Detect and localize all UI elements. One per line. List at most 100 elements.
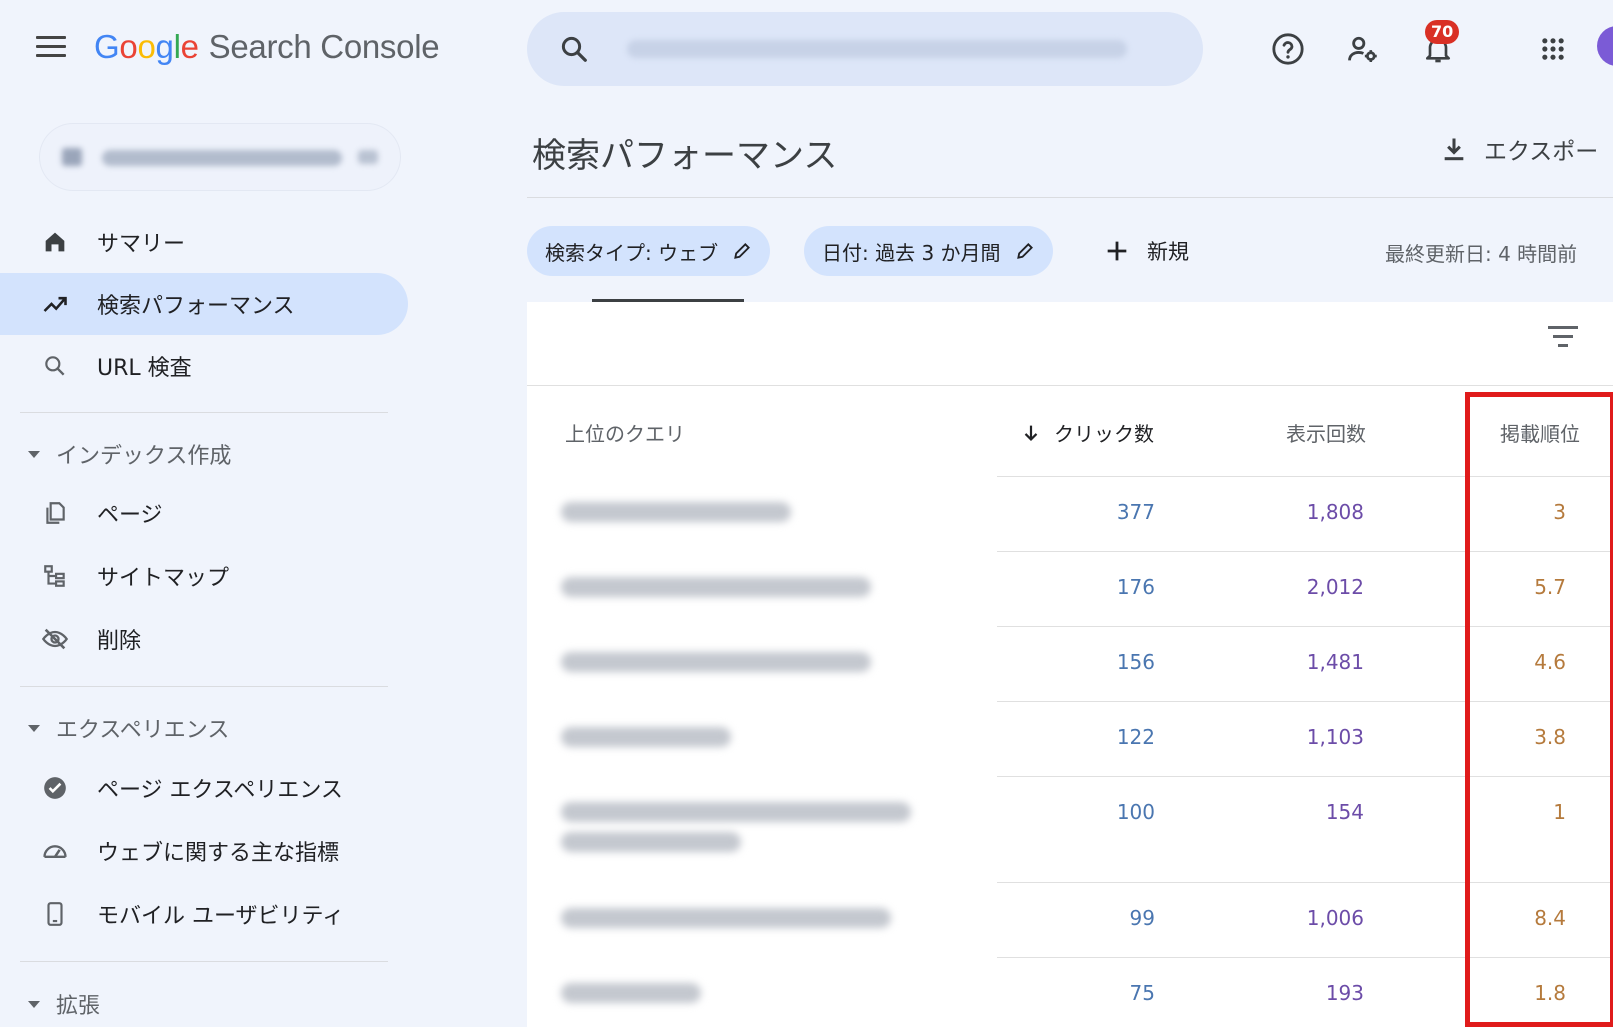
sidebar-divider — [20, 961, 388, 962]
sidebar-item-label: ウェブに関する主な指標 — [97, 841, 340, 866]
filter-rows-icon[interactable] — [1548, 326, 1578, 350]
speedometer-icon — [40, 836, 70, 866]
trending-up-icon — [40, 289, 70, 319]
apps-grid-icon[interactable] — [1535, 31, 1571, 67]
sidebar-item-mobile-usability[interactable]: モバイル ユーザビリティ — [0, 883, 408, 945]
sidebar-item-label: モバイル ユーザビリティ — [97, 904, 345, 929]
app-logo[interactable]: Google Search Console — [94, 28, 440, 66]
query-text-blurred — [561, 802, 911, 822]
help-icon[interactable] — [1270, 31, 1306, 67]
edit-pencil-icon — [1016, 243, 1033, 259]
cell-clicks: 100 — [1116, 800, 1155, 824]
sidebar-item-core-web-vitals[interactable]: ウェブに関する主な指標 — [0, 820, 408, 882]
sidebar-item-label: 削除 — [97, 629, 142, 654]
query-text-blurred — [561, 832, 741, 852]
column-header-query[interactable]: 上位のクエリ — [565, 418, 685, 447]
section-enhancements[interactable]: 拡張 — [28, 988, 100, 1020]
search-icon — [40, 351, 70, 381]
collapse-triangle-icon — [28, 450, 40, 458]
active-tab-indicator — [592, 299, 744, 302]
position-column-highlight — [1465, 392, 1613, 1027]
cell-clicks: 156 — [1116, 650, 1155, 674]
page-experience-icon — [40, 773, 70, 803]
removal-icon — [40, 624, 70, 654]
query-text-blurred — [561, 983, 701, 1003]
home-icon — [40, 227, 70, 257]
chip-search-type[interactable]: 検索タイプ: ウェブ — [527, 226, 771, 276]
section-label: インデックス作成 — [56, 444, 232, 469]
cell-impressions: 1,808 — [1306, 500, 1364, 524]
column-header-clicks[interactable]: クリック数 — [1020, 418, 1154, 447]
sidebar-item-label: 検索パフォーマンス — [97, 294, 295, 319]
section-experience[interactable]: エクスペリエンス — [28, 712, 229, 744]
avatar[interactable] — [1597, 26, 1613, 66]
cell-impressions: 193 — [1325, 981, 1364, 1005]
cell-impressions: 1,103 — [1306, 725, 1364, 749]
section-indexing[interactable]: インデックス作成 — [28, 438, 231, 470]
edit-pencil-icon — [734, 243, 751, 259]
cell-impressions: 154 — [1325, 800, 1364, 824]
export-label: エクスポー — [1484, 139, 1599, 165]
sidebar-item-removals[interactable]: 削除 — [0, 608, 408, 670]
query-text-blurred — [561, 908, 891, 928]
cell-impressions: 2,012 — [1306, 575, 1364, 599]
cell-impressions: 1,006 — [1306, 906, 1364, 930]
sidebar-item-label: サマリー — [97, 232, 186, 257]
column-header-label: クリック数 — [1054, 422, 1154, 446]
query-text-blurred — [561, 577, 871, 597]
sidebar-item-sitemaps[interactable]: サイトマップ — [0, 545, 408, 607]
sidebar-item-url-inspection[interactable]: URL 検査 — [0, 335, 408, 397]
sidebar-item-label: ページ エクスペリエンス — [97, 778, 343, 803]
query-text-blurred — [561, 502, 791, 522]
sidebar-item-page-experience[interactable]: ページ エクスペリエンス — [0, 757, 408, 819]
add-filter-label: 新規 — [1147, 240, 1189, 264]
cell-impressions: 1,481 — [1306, 650, 1364, 674]
sitemap-icon — [40, 561, 70, 591]
sidebar-item-summary[interactable]: サマリー — [0, 211, 408, 273]
chip-label: 日付: 過去 3 か月間 — [822, 240, 1001, 265]
plus-icon — [1107, 241, 1127, 261]
cell-clicks: 75 — [1129, 981, 1155, 1005]
download-icon — [1444, 138, 1464, 161]
mobile-icon — [40, 899, 70, 929]
sidebar-divider — [20, 686, 388, 687]
user-settings-icon[interactable] — [1345, 31, 1381, 67]
property-icon-blurred — [62, 148, 82, 166]
collapse-triangle-icon — [28, 724, 40, 732]
query-text-blurred — [561, 727, 731, 747]
column-header-impressions[interactable]: 表示回数 — [1286, 418, 1366, 447]
arrow-down-icon — [1024, 425, 1038, 441]
last-updated: 最終更新日: 4 時間前 — [1385, 242, 1578, 266]
pages-icon — [40, 498, 70, 528]
export-button[interactable]: エクスポー — [1440, 132, 1598, 166]
chip-label: 検索タイプ: ウェブ — [545, 240, 719, 265]
cell-clicks: 377 — [1116, 500, 1155, 524]
cell-clicks: 99 — [1129, 906, 1155, 930]
page-title: 検索パフォーマンス — [532, 136, 838, 176]
sidebar-item-search-performance[interactable]: 検索パフォーマンス — [0, 273, 408, 335]
panel-divider — [527, 385, 1613, 386]
sidebar-item-pages[interactable]: ページ — [0, 482, 408, 544]
product-name: Search Console — [208, 28, 440, 65]
add-filter-button[interactable]: 新規 — [1103, 236, 1189, 266]
collapse-triangle-icon — [28, 1000, 40, 1008]
search-icon — [561, 36, 587, 62]
menu-icon[interactable] — [36, 36, 66, 58]
cell-clicks: 176 — [1116, 575, 1155, 599]
section-label: 拡張 — [56, 994, 101, 1019]
sidebar-item-label: ページ — [97, 503, 163, 528]
query-text-blurred — [561, 652, 871, 672]
chip-date-range[interactable]: 日付: 過去 3 か月間 — [804, 226, 1053, 276]
header-divider — [527, 197, 1613, 198]
section-label: エクスペリエンス — [56, 718, 230, 743]
property-selector[interactable] — [40, 124, 400, 190]
sidebar-item-label: URL 検査 — [97, 356, 192, 381]
property-url-blurred — [102, 150, 342, 166]
top-app-bar: Google Search Console 70 — [0, 0, 1613, 100]
search-input[interactable] — [527, 12, 1203, 86]
notification-badge: 70 — [1425, 20, 1460, 44]
cell-clicks: 122 — [1116, 725, 1155, 749]
sidebar-item-label: サイトマップ — [97, 566, 230, 591]
google-wordmark: Google — [94, 28, 199, 65]
dropdown-arrow-blurred — [358, 150, 378, 164]
